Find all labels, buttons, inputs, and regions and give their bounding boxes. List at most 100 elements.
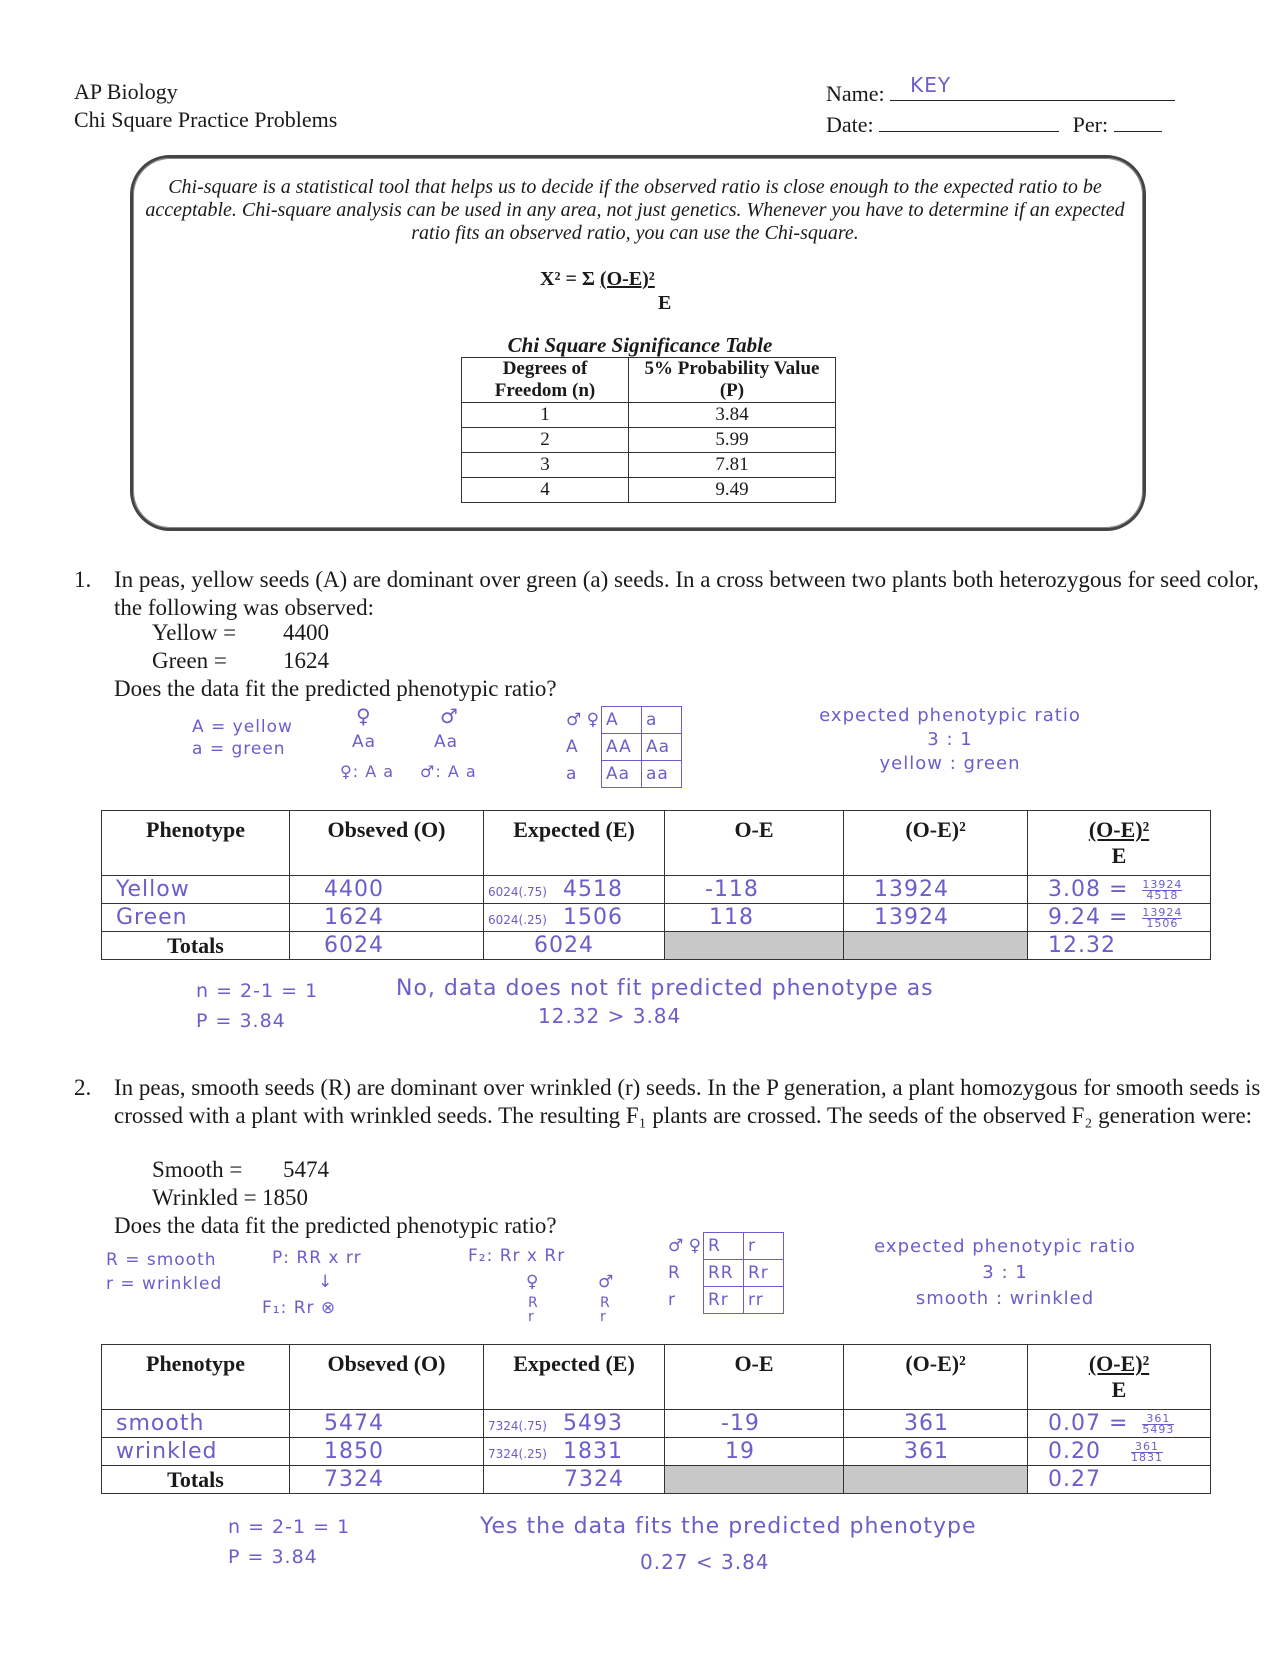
frac-denominator: 4518 [1146, 888, 1179, 902]
shaded-cell [664, 931, 844, 960]
header-ratio-numerator: (O-E)² [1088, 817, 1150, 842]
df-value: 4 [461, 477, 629, 503]
p-value: 9.49 [628, 477, 836, 503]
expected-cell: 7324(.75) 5493 [483, 1409, 665, 1438]
question-number: 2. [74, 1075, 92, 1100]
significance-table-title: Chi Square Significance Table [507, 333, 773, 357]
obs-label: Wrinkled = [152, 1185, 257, 1210]
obs-label: Smooth = [152, 1157, 243, 1182]
name-field[interactable]: KEY [890, 73, 1176, 101]
chi-square-formula: X² = Σ (O-E)² E [540, 268, 790, 314]
q2-comparison: 0.27 < 3.84 [640, 1550, 770, 1574]
header-o-minus-e-squared: (O-E)² [843, 810, 1028, 876]
punnett-cell: RR [703, 1259, 744, 1287]
totals-label: Totals [101, 931, 290, 960]
q2-conclusion: Yes the data fits the predicted phenotyp… [480, 1514, 977, 1539]
phenotype-cell: smooth [101, 1409, 290, 1438]
punnett-square: ♂ ♀ A a A AA Aa a Aa aa [562, 706, 682, 788]
expected-calc: 6024(.25) [488, 913, 547, 927]
p-value-used: P = 3.84 [196, 1010, 286, 1032]
expected-ratio-note: expected phenotypic ratio 3 : 1 yellow :… [760, 704, 1140, 776]
o-minus-e-cell: -19 [664, 1409, 844, 1438]
obs-value: 5474 [283, 1157, 329, 1182]
punnett-cell: Rr [743, 1259, 784, 1287]
chi-component-cell: 9.24 = 13924 1506 [1027, 903, 1211, 932]
obs-label: Yellow = [152, 620, 237, 645]
male-symbol: ♂ [598, 1272, 615, 1292]
o-minus-e-cell: -118 [664, 875, 844, 904]
f2-cross: F₂: Rr x Rr [468, 1246, 566, 1266]
obs-value: 1624 [283, 648, 329, 673]
chi-table-q2: Phenotype Obseved (O) Expected (E) O-E (… [101, 1344, 1211, 1494]
allele-key: R = smooth r = wrinkled [106, 1248, 222, 1296]
table-row: 1 3.84 [461, 402, 836, 428]
sig-header-df: Degrees of Freedom (n) [461, 357, 629, 403]
frac-denominator: 5493 [1142, 1422, 1175, 1436]
expected-total: 7324 [483, 1465, 665, 1494]
punnett-col-header: a [641, 706, 682, 734]
punnett-cell: aa [641, 760, 682, 788]
male-gametes: ♂: A a [420, 762, 477, 781]
header-ratio-denominator: E [1111, 1377, 1127, 1402]
header-ratio-denominator: E [1111, 843, 1127, 868]
q1-conclusion: No, data does not fit predicted phenotyp… [396, 976, 934, 1001]
chi-component-cell: 0.07 = 361 5493 [1027, 1409, 1211, 1438]
intro-text: Chi-square is a statistical tool that he… [145, 176, 1125, 244]
worksheet-title: Chi Square Practice Problems [74, 107, 338, 132]
table-row: smooth 5474 7324(.75) 5493 -19 361 0.07 … [101, 1409, 1211, 1438]
degrees-of-freedom: n = 2-1 = 1 [196, 980, 319, 1002]
female-gametes: R r [528, 1295, 539, 1325]
course-name: AP Biology [74, 79, 178, 104]
punnett-cell: AA [601, 733, 642, 761]
o-minus-e-cell: 19 [664, 1437, 844, 1466]
o-minus-e-cell: 118 [664, 903, 844, 932]
date-row: Date: Per: [826, 109, 1175, 140]
table-row: 4 9.49 [461, 477, 836, 503]
sig-header-p: 5% Probability Value (P) [628, 357, 836, 403]
expected-calc: 7324(.75) [488, 1419, 547, 1433]
header-chi-component: (O-E)² E [1027, 810, 1211, 876]
period-field[interactable] [1113, 109, 1162, 132]
chi-component-cell: 0.20 361 1831 [1027, 1437, 1211, 1466]
punnett-row-header: R [668, 1263, 681, 1283]
female-genotype: Aa [352, 732, 377, 752]
punnett-cell: Rr [703, 1286, 744, 1314]
male-gametes: R r [600, 1295, 611, 1325]
expected-ratio-title: expected phenotypic ratio [819, 705, 1081, 726]
arrow-down-icon: ↓ [318, 1272, 334, 1292]
header-right: Name: KEY Date: Per: [826, 73, 1176, 140]
phenotype-cell: wrinkled [101, 1437, 290, 1466]
df-value: 3 [461, 452, 629, 478]
punnett-square: ♂ ♀ R r R RR Rr r Rr rr [664, 1232, 784, 1314]
observed-cell: 5474 [289, 1409, 484, 1438]
expected-cell: 7324(.25) 1831 [483, 1437, 665, 1466]
obs-value: 4400 [283, 620, 329, 645]
header-left: AP Biology Chi Square Practice Problems [74, 78, 337, 134]
expected-ratio-value: 3 : 1 [982, 1262, 1028, 1283]
punnett-cell: Aa [641, 733, 682, 761]
frac-denominator: 1506 [1146, 916, 1179, 930]
chi-component-value: 3.08 [1048, 877, 1101, 902]
table-row: Green 1624 6024(.25) 1506 118 13924 9.24… [101, 903, 1211, 932]
header-o-minus-e: O-E [664, 1344, 844, 1410]
expected-cell: 6024(.75) 4518 [483, 875, 665, 904]
date-label: Date: [826, 112, 874, 137]
df-value: 2 [461, 427, 629, 453]
date-field[interactable] [879, 109, 1060, 132]
expected-ratio-note: expected phenotypic ratio 3 : 1 smooth :… [810, 1234, 1200, 1312]
male-symbol: ♂ [440, 704, 459, 728]
expected-ratio-labels: smooth : wrinkled [915, 1288, 1095, 1309]
key-recessive: a = green [192, 739, 286, 759]
phenotype-cell: Green [101, 903, 290, 932]
female-symbol: ♀ [356, 704, 372, 728]
df-value: 1 [461, 402, 629, 428]
punnett-row-header: a [566, 764, 578, 784]
header-expected: Expected (E) [483, 810, 665, 876]
observed-total: 6024 [289, 931, 484, 960]
f1-cross: F₁: Rr ⊗ [262, 1298, 337, 1318]
chi-square-total: 12.32 [1027, 931, 1211, 960]
allele-key: A = yellow a = green [192, 716, 293, 760]
p-value: 3.84 [628, 402, 836, 428]
totals-row: Totals 7324 7324 0.27 [101, 1465, 1211, 1494]
p-value: 7.81 [628, 452, 836, 478]
